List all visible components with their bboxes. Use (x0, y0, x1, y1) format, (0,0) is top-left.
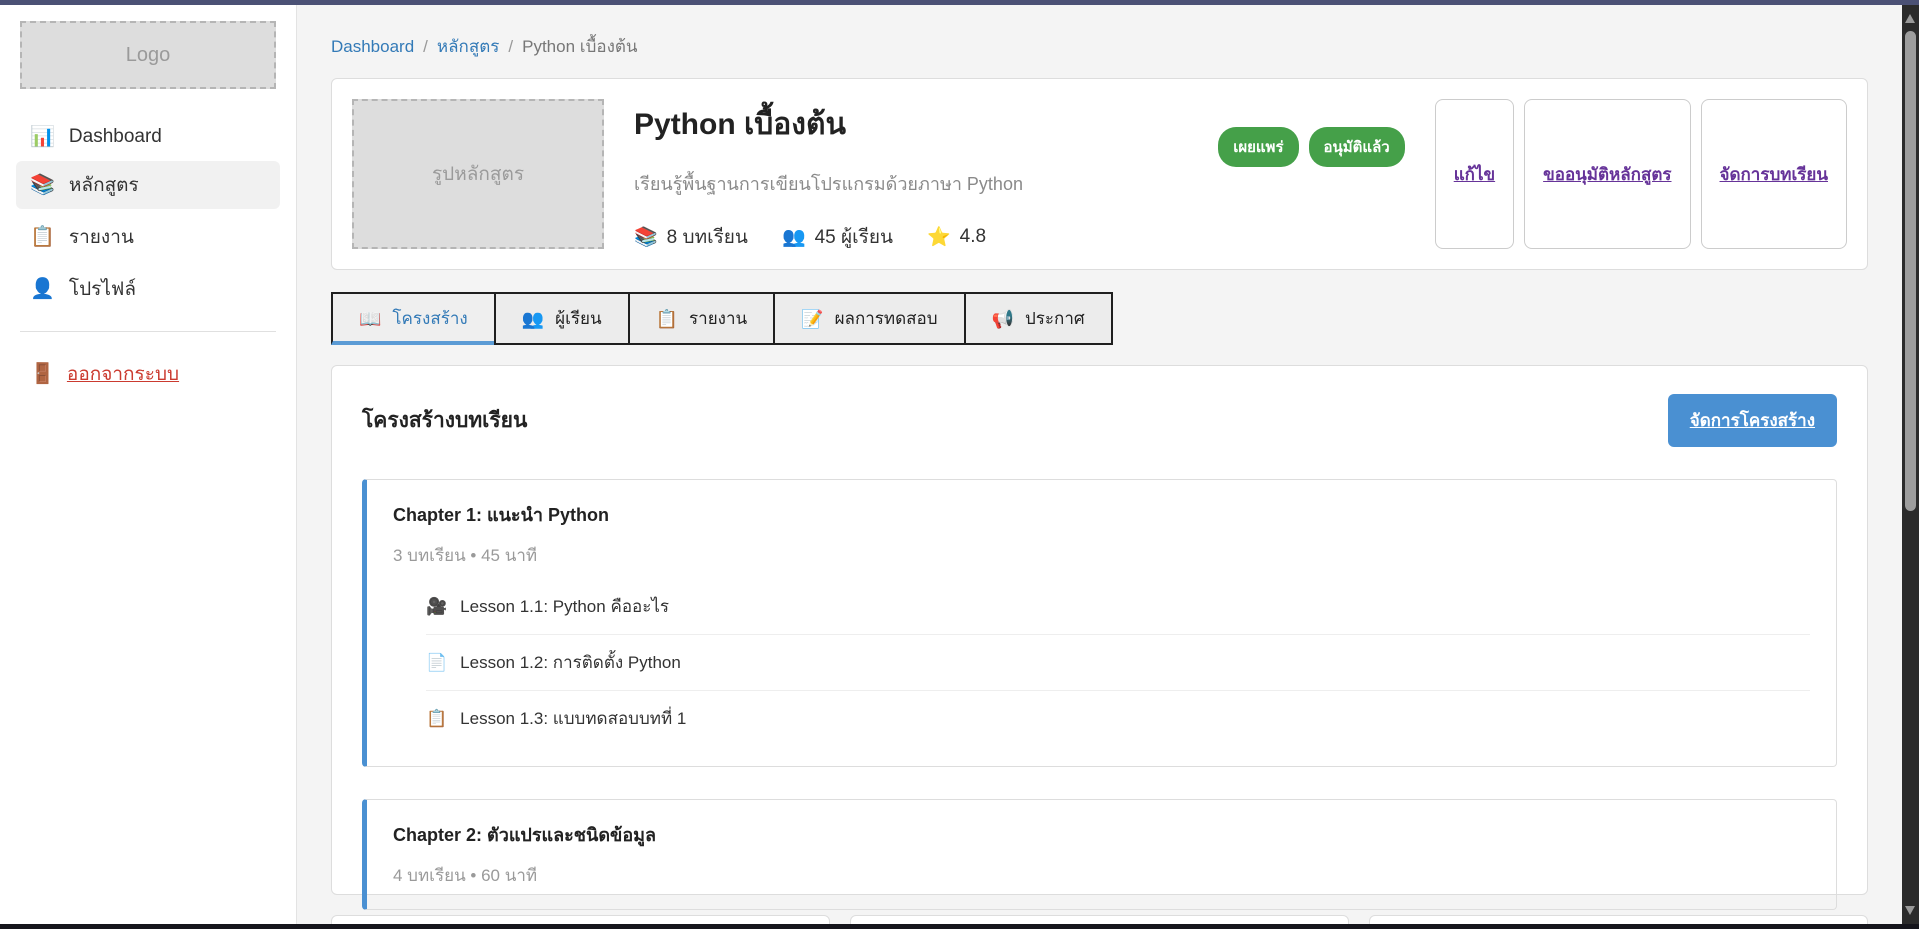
window-bottom-bar (0, 924, 1919, 929)
chapter-title: Chapter 1: แนะนำ Python (393, 500, 1810, 529)
request-approval-link[interactable]: ขออนุมัติหลักสูตร (1543, 161, 1671, 188)
sidebar-item-label: โปรไฟล์ (69, 274, 136, 304)
course-info: Python เบื้องต้น เรียนรู้พื้นฐานการเขียน… (634, 99, 1218, 252)
manage-structure-label: จัดการโครงสร้าง (1690, 411, 1815, 430)
books-icon: 📚 (30, 175, 55, 195)
stat-students: 👥 45 ผู้เรียน (782, 222, 893, 252)
breadcrumb-current: Python เบื้องต้น (522, 33, 637, 60)
door-icon: 🚪 (30, 364, 55, 384)
vertical-scrollbar[interactable] (1902, 5, 1919, 924)
lesson-row-1-2[interactable]: 📄 Lesson 1.2: การติดตั้ง Python (426, 635, 1810, 691)
sidebar-item-profile[interactable]: 👤 โปรไฟล์ (16, 265, 280, 313)
stat-rating: ⭐ 4.8 (927, 222, 986, 252)
logout-label: ออกจากระบบ (67, 359, 179, 389)
structure-header: โครงสร้างบทเรียน จัดการโครงสร้าง (362, 394, 1837, 447)
tab-announcements[interactable]: 📢 ประกาศ (964, 292, 1113, 345)
person-icon: 👤 (30, 279, 55, 299)
lesson-row-1-3[interactable]: 📋 Lesson 1.3: แบบทดสอบบทที่ 1 (426, 691, 1810, 746)
clipboard-icon: 📋 (30, 227, 55, 247)
status-badge-approved: อนุมัติแล้ว (1309, 127, 1405, 167)
memo-icon: 📝 (801, 310, 823, 328)
chapter-meta: 4 บทเรียน • 60 นาที (393, 862, 1810, 889)
breadcrumb-link-dashboard[interactable]: Dashboard (331, 37, 414, 57)
bar-chart-icon: 📊 (30, 127, 55, 147)
bottom-card-3 (1369, 915, 1868, 924)
tab-structure-label: โครงสร้าง (392, 305, 467, 332)
logo-text: Logo (126, 44, 171, 67)
scrollbar-up-arrow-icon[interactable] (1905, 14, 1915, 23)
lesson-list: 🎥 Lesson 1.1: Python คืออะไร 📄 Lesson 1.… (426, 579, 1810, 746)
tab-reports[interactable]: 📋 รายงาน (628, 292, 776, 345)
tab-students-label: ผู้เรียน (555, 305, 601, 332)
lesson-title: Lesson 1.2: การติดตั้ง Python (460, 649, 681, 676)
open-book-icon: 📖 (359, 310, 381, 328)
bottom-card-2 (850, 915, 1349, 924)
sidebar-item-dashboard[interactable]: 📊 Dashboard (16, 117, 280, 157)
sidebar-item-label: Dashboard (69, 126, 162, 148)
status-badges: เผยแพร่ อนุมัติแล้ว (1218, 127, 1405, 167)
course-title: Python เบื้องต้น (634, 101, 1218, 148)
course-header-card: รูปหลักสูตร Python เบื้องต้น เรียนรู้พื้… (331, 78, 1868, 270)
sidebar-item-label: หลักสูตร (69, 170, 139, 200)
request-approval-button[interactable]: ขออนุมัติหลักสูตร (1524, 99, 1690, 249)
chapter-meta: 3 บทเรียน • 45 นาที (393, 542, 1810, 569)
course-stats: 📚 8 บทเรียน 👥 45 ผู้เรียน ⭐ 4.8 (634, 222, 1218, 252)
edit-course-link[interactable]: แก้ไข (1454, 161, 1495, 188)
edit-course-button[interactable]: แก้ไข (1435, 99, 1514, 249)
chapter-card-2: Chapter 2: ตัวแปรและชนิดข้อมูล 4 บทเรียน… (362, 799, 1837, 910)
sidebar-item-reports[interactable]: 📋 รายงาน (16, 213, 280, 261)
users-icon: 👥 (522, 310, 544, 328)
star-icon: ⭐ (927, 228, 951, 247)
video-camera-icon: 🎥 (426, 598, 447, 615)
sidebar-item-courses[interactable]: 📚 หลักสูตร (16, 161, 280, 209)
logout-button[interactable]: 🚪 ออกจากระบบ (16, 350, 280, 398)
tab-announcements-label: ประกาศ (1025, 305, 1085, 332)
stat-rating-label: 4.8 (960, 226, 986, 248)
manage-lessons-link[interactable]: จัดการบทเรียน (1720, 161, 1829, 188)
bottom-cards-row (331, 915, 1868, 924)
users-icon: 👥 (782, 228, 806, 247)
lesson-title: Lesson 1.1: Python คืออะไร (460, 593, 669, 620)
stat-students-label: 45 ผู้เรียน (815, 222, 893, 252)
tab-test-results[interactable]: 📝 ผลการทดสอบ (773, 292, 965, 345)
sidebar-item-label: รายงาน (69, 222, 134, 252)
structure-panel: โครงสร้างบทเรียน จัดการโครงสร้าง Chapter… (331, 365, 1868, 895)
manage-lessons-button[interactable]: จัดการบทเรียน (1701, 99, 1848, 249)
course-description: เรียนรู้พื้นฐานการเขียนโปรแกรมด้วยภาษา P… (634, 169, 1218, 198)
breadcrumb-link-courses[interactable]: หลักสูตร (437, 33, 499, 60)
chapter-card-1: Chapter 1: แนะนำ Python 3 บทเรียน • 45 น… (362, 479, 1837, 767)
clipboard-icon: 📋 (656, 310, 678, 328)
course-tabs: 📖 โครงสร้าง 👥 ผู้เรียน 📋 รายงาน 📝 ผลการท… (331, 292, 1868, 345)
status-badge-published: เผยแพร่ (1218, 127, 1298, 167)
logo-placeholder: Logo (20, 21, 276, 89)
tab-test-results-label: ผลการทดสอบ (835, 305, 938, 332)
megaphone-icon: 📢 (992, 310, 1014, 328)
main-content: Dashboard / หลักสูตร / Python เบื้องต้น … (298, 5, 1902, 924)
tab-students[interactable]: 👥 ผู้เรียน (494, 292, 630, 345)
structure-heading: โครงสร้างบทเรียน (362, 404, 527, 437)
sidebar: Logo 📊 Dashboard 📚 หลักสูตร 📋 รายงาน 👤 โ… (0, 5, 297, 924)
manage-structure-button[interactable]: จัดการโครงสร้าง (1668, 394, 1837, 447)
window-top-bar (0, 0, 1919, 5)
lesson-row-1-1[interactable]: 🎥 Lesson 1.1: Python คืออะไร (426, 579, 1810, 635)
breadcrumb: Dashboard / หลักสูตร / Python เบื้องต้น (331, 5, 1868, 60)
breadcrumb-separator: / (423, 37, 428, 57)
chapter-title: Chapter 2: ตัวแปรและชนิดข้อมูล (393, 820, 1810, 849)
stat-lessons-label: 8 บทเรียน (667, 222, 748, 252)
sidebar-nav: 📊 Dashboard 📚 หลักสูตร 📋 รายงาน 👤 โปรไฟล… (0, 117, 296, 313)
clipboard-icon: 📋 (426, 710, 447, 727)
stat-lessons: 📚 8 บทเรียน (634, 222, 748, 252)
tab-structure[interactable]: 📖 โครงสร้าง (331, 292, 496, 345)
breadcrumb-separator: / (508, 37, 513, 57)
scrollbar-down-arrow-icon[interactable] (1905, 906, 1915, 915)
course-image-placeholder: รูปหลักสูตร (352, 99, 604, 249)
tab-reports-label: รายงาน (689, 305, 747, 332)
course-image-label: รูปหลักสูตร (432, 159, 524, 189)
document-icon: 📄 (426, 654, 447, 671)
books-icon: 📚 (634, 228, 658, 247)
scrollbar-thumb[interactable] (1905, 31, 1916, 511)
bottom-card-1 (331, 915, 830, 924)
lesson-title: Lesson 1.3: แบบทดสอบบทที่ 1 (460, 705, 686, 732)
sidebar-divider (20, 331, 276, 332)
